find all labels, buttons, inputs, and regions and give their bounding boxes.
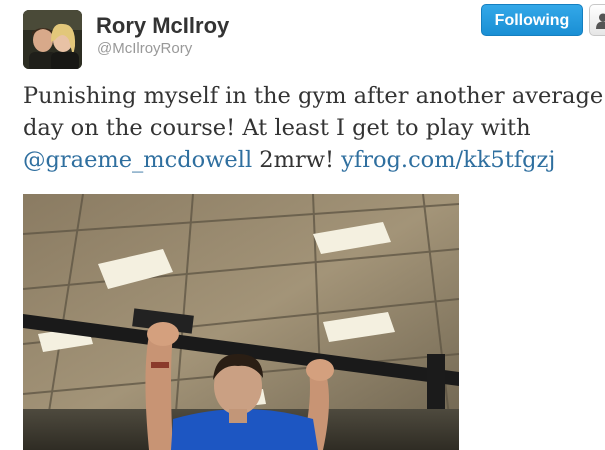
avatar[interactable] [23,10,82,69]
tweet-photo[interactable] [23,194,459,450]
person-icon [596,13,605,29]
tweet-text: Punishing myself in the gym after anothe… [23,80,605,176]
following-button[interactable]: Following [481,4,583,36]
yfrog-link[interactable]: yfrog.com/kk5tfgzj [341,147,555,173]
display-name[interactable]: Rory McIlroy [96,13,229,39]
tweet-text-line-2: day on the course! At least I get to pla… [23,115,531,141]
tweet-text-line-1: Punishing myself in the gym after anothe… [23,83,604,109]
mention-link[interactable]: @graeme_mcdowell [23,147,252,173]
user-actions-button[interactable] [589,4,605,36]
username-handle[interactable]: @McIlroyRory [97,40,192,57]
tweet-text-line-3: @graeme_mcdowell 2mrw! yfrog.com/kk5tfgz… [23,144,605,176]
tweet-text-fragment: 2mrw! [252,147,342,173]
